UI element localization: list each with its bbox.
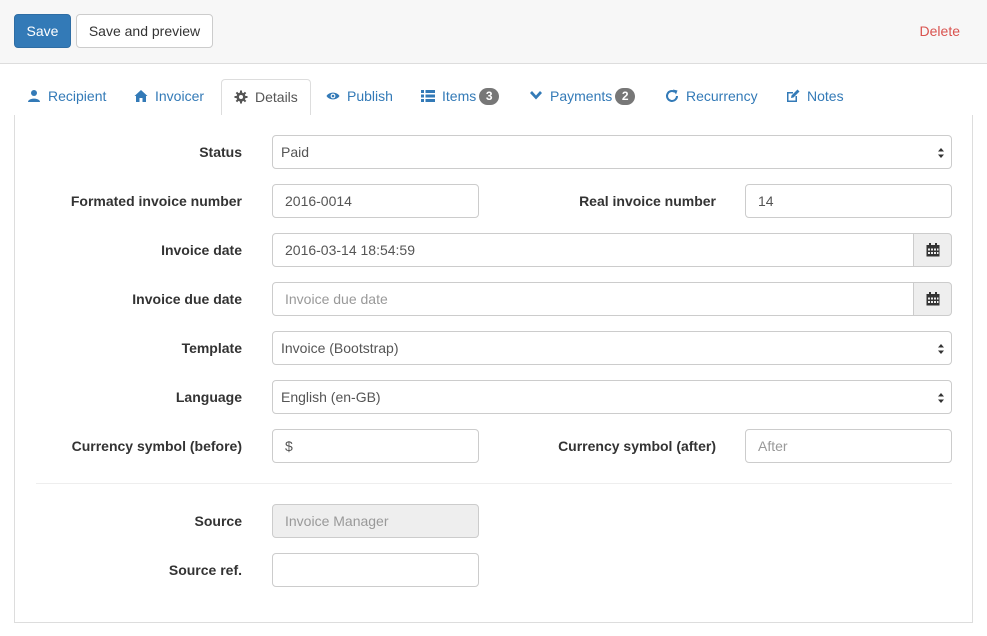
chevron-down-icon xyxy=(529,81,543,100)
currency-after-placeholder: After xyxy=(758,438,788,454)
template-select[interactable]: Invoice (Bootstrap) xyxy=(272,331,952,365)
user-icon xyxy=(27,81,41,102)
real-number-label: Real invoice number xyxy=(579,193,716,209)
template-value: Invoice (Bootstrap) xyxy=(281,340,399,356)
gear-icon xyxy=(234,82,248,104)
currency-before-value: $ xyxy=(285,438,293,454)
status-select[interactable]: Paid xyxy=(272,135,952,169)
real-number-value: 14 xyxy=(758,193,774,209)
tab-payments[interactable]: Payments 2 xyxy=(529,79,636,116)
select-arrows-icon xyxy=(938,148,944,158)
save-and-preview-button[interactable]: Save and preview xyxy=(76,14,213,48)
due-date-label: Invoice due date xyxy=(132,291,242,307)
invoice-date-input[interactable]: 2016-03-14 18:54:59 xyxy=(272,233,914,267)
tab-recurrency[interactable]: Recurrency xyxy=(665,79,758,116)
tab-notes[interactable]: Notes xyxy=(786,79,844,116)
items-count-badge: 3 xyxy=(479,88,500,105)
formatted-number-value: 2016-0014 xyxy=(285,193,352,209)
formatted-number-input[interactable]: 2016-0014 xyxy=(272,184,479,218)
home-icon xyxy=(134,81,148,102)
source-ref-input[interactable] xyxy=(272,553,479,587)
calendar-icon xyxy=(926,292,940,306)
source-value: Invoice Manager xyxy=(285,513,389,529)
select-arrows-icon xyxy=(938,393,944,403)
save-button[interactable]: Save xyxy=(14,14,71,48)
tab-label: Recipient xyxy=(48,88,107,104)
source-ref-label: Source ref. xyxy=(168,562,242,578)
invoice-date-label: Invoice date xyxy=(161,242,242,258)
select-arrows-icon xyxy=(938,344,944,354)
invoice-date-value: 2016-03-14 18:54:59 xyxy=(285,242,415,258)
tab-items[interactable]: Items 3 xyxy=(421,79,500,116)
language-value: English (en-GB) xyxy=(281,389,381,405)
source-label: Source xyxy=(194,513,242,529)
tab-details[interactable]: Details xyxy=(221,79,311,116)
currency-after-label: Currency symbol (after) xyxy=(558,438,716,454)
tab-label: Items xyxy=(442,88,477,104)
due-date-calendar-button[interactable] xyxy=(913,282,952,316)
language-select[interactable]: English (en-GB) xyxy=(272,380,952,414)
list-icon xyxy=(421,81,435,102)
calendar-icon xyxy=(926,243,940,257)
payments-count-badge: 2 xyxy=(615,88,636,105)
tab-label: Details xyxy=(255,89,298,105)
edit-icon xyxy=(786,81,800,102)
tab-invoicer[interactable]: Invoicer xyxy=(134,79,204,116)
currency-before-input[interactable]: $ xyxy=(272,429,479,463)
tab-label: Payments xyxy=(550,88,613,104)
source-input: Invoice Manager xyxy=(272,504,479,538)
tab-label: Notes xyxy=(807,88,844,104)
tab-publish[interactable]: Publish xyxy=(326,79,393,116)
section-divider xyxy=(36,483,952,484)
language-label: Language xyxy=(175,389,242,405)
details-panel: Status Paid Formated invoice number 2016… xyxy=(14,115,973,623)
status-label: Status xyxy=(199,144,242,160)
eye-icon xyxy=(326,81,340,100)
tab-label: Invoicer xyxy=(155,88,205,104)
due-date-placeholder: Invoice due date xyxy=(285,291,388,307)
due-date-input[interactable]: Invoice due date xyxy=(272,282,914,316)
delete-button[interactable]: Delete xyxy=(920,14,960,48)
refresh-icon xyxy=(665,81,679,102)
tab-bar: Recipient Invoicer Details Publish Items… xyxy=(14,79,973,116)
template-label: Template xyxy=(181,340,242,356)
currency-before-label: Currency symbol (before) xyxy=(71,438,242,454)
status-value: Paid xyxy=(281,144,310,160)
formatted-number-label: Formated invoice number xyxy=(70,193,242,209)
invoice-date-calendar-button[interactable] xyxy=(913,233,952,267)
currency-after-input[interactable]: After xyxy=(745,429,952,463)
real-number-input[interactable]: 14 xyxy=(745,184,952,218)
tab-label: Publish xyxy=(347,88,393,104)
top-toolbar: Save Save and preview Delete xyxy=(0,0,987,64)
tab-label: Recurrency xyxy=(686,88,758,104)
tab-recipient[interactable]: Recipient xyxy=(27,79,106,116)
